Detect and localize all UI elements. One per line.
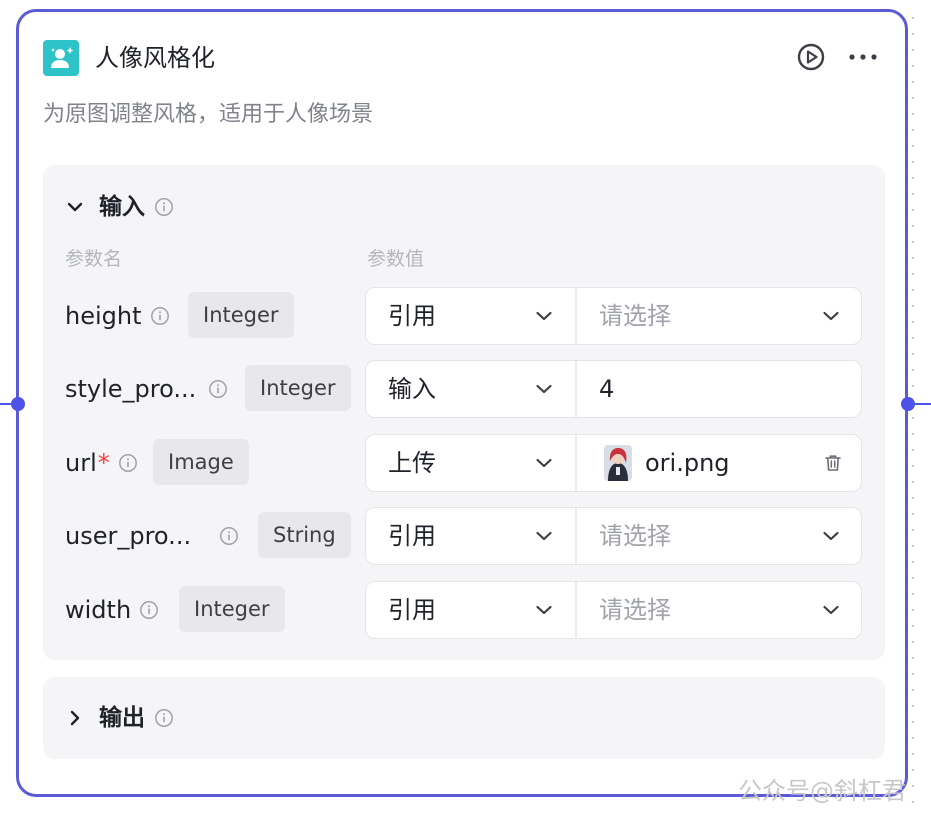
output-section-header[interactable]: 输出: [65, 701, 174, 735]
chevron-down-icon: [67, 202, 83, 212]
param-name: height: [65, 287, 170, 345]
info-icon[interactable]: [208, 379, 228, 399]
param-type-tag: Image: [153, 439, 249, 485]
input-section-header[interactable]: 输入: [65, 190, 174, 224]
param-row-width: width Integer 引用 请选择: [43, 581, 885, 639]
value-mode-select[interactable]: 输入: [366, 361, 576, 417]
incoming-edge: [0, 403, 11, 405]
node-description: 为原图调整风格，适用于人像场景: [43, 102, 374, 127]
param-row-height: height Integer 引用 请选择: [43, 287, 885, 345]
reference-select[interactable]: 请选择: [577, 288, 862, 344]
param-name: width: [65, 581, 159, 639]
column-header-value: 参数值: [367, 248, 425, 270]
chevron-right-icon: [70, 710, 80, 726]
chevron-down-icon: [536, 384, 552, 394]
more-options-button[interactable]: [846, 41, 880, 73]
chevron-down-icon: [823, 605, 839, 615]
node-title: 人像风格化: [95, 44, 215, 72]
uploaded-file[interactable]: ori.png: [577, 435, 862, 491]
chevron-down-icon: [823, 531, 839, 541]
reference-select[interactable]: 请选择: [577, 582, 862, 638]
value-input[interactable]: 4: [577, 361, 862, 417]
run-button[interactable]: [795, 41, 827, 73]
more-horizontal-icon: [849, 54, 877, 60]
info-icon[interactable]: [154, 708, 174, 728]
value-mode-select[interactable]: 引用: [366, 582, 576, 638]
param-row-url: url * Image 上传 ori.png: [43, 434, 885, 492]
param-row-user-prompt: user_pro... String 引用 请选择: [43, 507, 885, 565]
image-thumbnail: [604, 445, 632, 481]
output-section-title: 输出: [99, 705, 145, 731]
param-name: url *: [65, 434, 138, 492]
param-value-box: 引用 请选择: [365, 581, 862, 639]
chevron-down-icon: [536, 311, 552, 321]
param-name: style_pro...: [65, 360, 228, 418]
output-port[interactable]: [901, 397, 915, 411]
chevron-down-icon: [536, 605, 552, 615]
value-mode-select[interactable]: 引用: [366, 508, 576, 564]
param-value-box: 引用 请选择: [365, 287, 862, 345]
portrait-sparkle-icon: [43, 40, 79, 76]
param-type-tag: Integer: [188, 292, 294, 338]
outgoing-edge: [915, 403, 931, 405]
value-mode-select[interactable]: 引用: [366, 288, 576, 344]
param-value-box: 引用 请选择: [365, 507, 862, 565]
input-section-title: 输入: [99, 194, 145, 220]
info-icon[interactable]: [150, 306, 170, 326]
param-type-tag: String: [258, 512, 351, 558]
input-port[interactable]: [11, 397, 25, 411]
info-icon[interactable]: [154, 197, 174, 217]
output-section: 输出: [43, 677, 885, 759]
info-icon[interactable]: [139, 600, 159, 620]
param-value-box: 上传 ori.png: [365, 434, 862, 492]
column-header-name: 参数名: [65, 248, 123, 270]
param-value-box: 输入 4: [365, 360, 862, 418]
param-row-style-prompt: style_pro... Integer 输入 4: [43, 360, 885, 418]
info-icon[interactable]: [118, 453, 138, 473]
info-icon[interactable]: [219, 526, 239, 546]
watermark: 公众号@斜杠君: [738, 777, 906, 805]
play-circle-icon: [797, 43, 825, 71]
chevron-down-icon: [823, 311, 839, 321]
param-type-tag: Integer: [179, 586, 285, 632]
file-name: ori.png: [645, 449, 730, 477]
param-name: user_pro...: [65, 507, 239, 565]
chevron-down-icon: [536, 531, 552, 541]
reference-select[interactable]: 请选择: [577, 508, 862, 564]
chevron-down-icon: [536, 458, 552, 468]
input-section: 输入 参数名 参数值 height Integer 引用 请选择 style_p…: [43, 165, 885, 660]
param-type-tag: Integer: [245, 365, 351, 411]
trash-icon[interactable]: [823, 453, 843, 473]
required-mark: *: [97, 449, 110, 477]
value-mode-select[interactable]: 上传: [366, 435, 576, 491]
